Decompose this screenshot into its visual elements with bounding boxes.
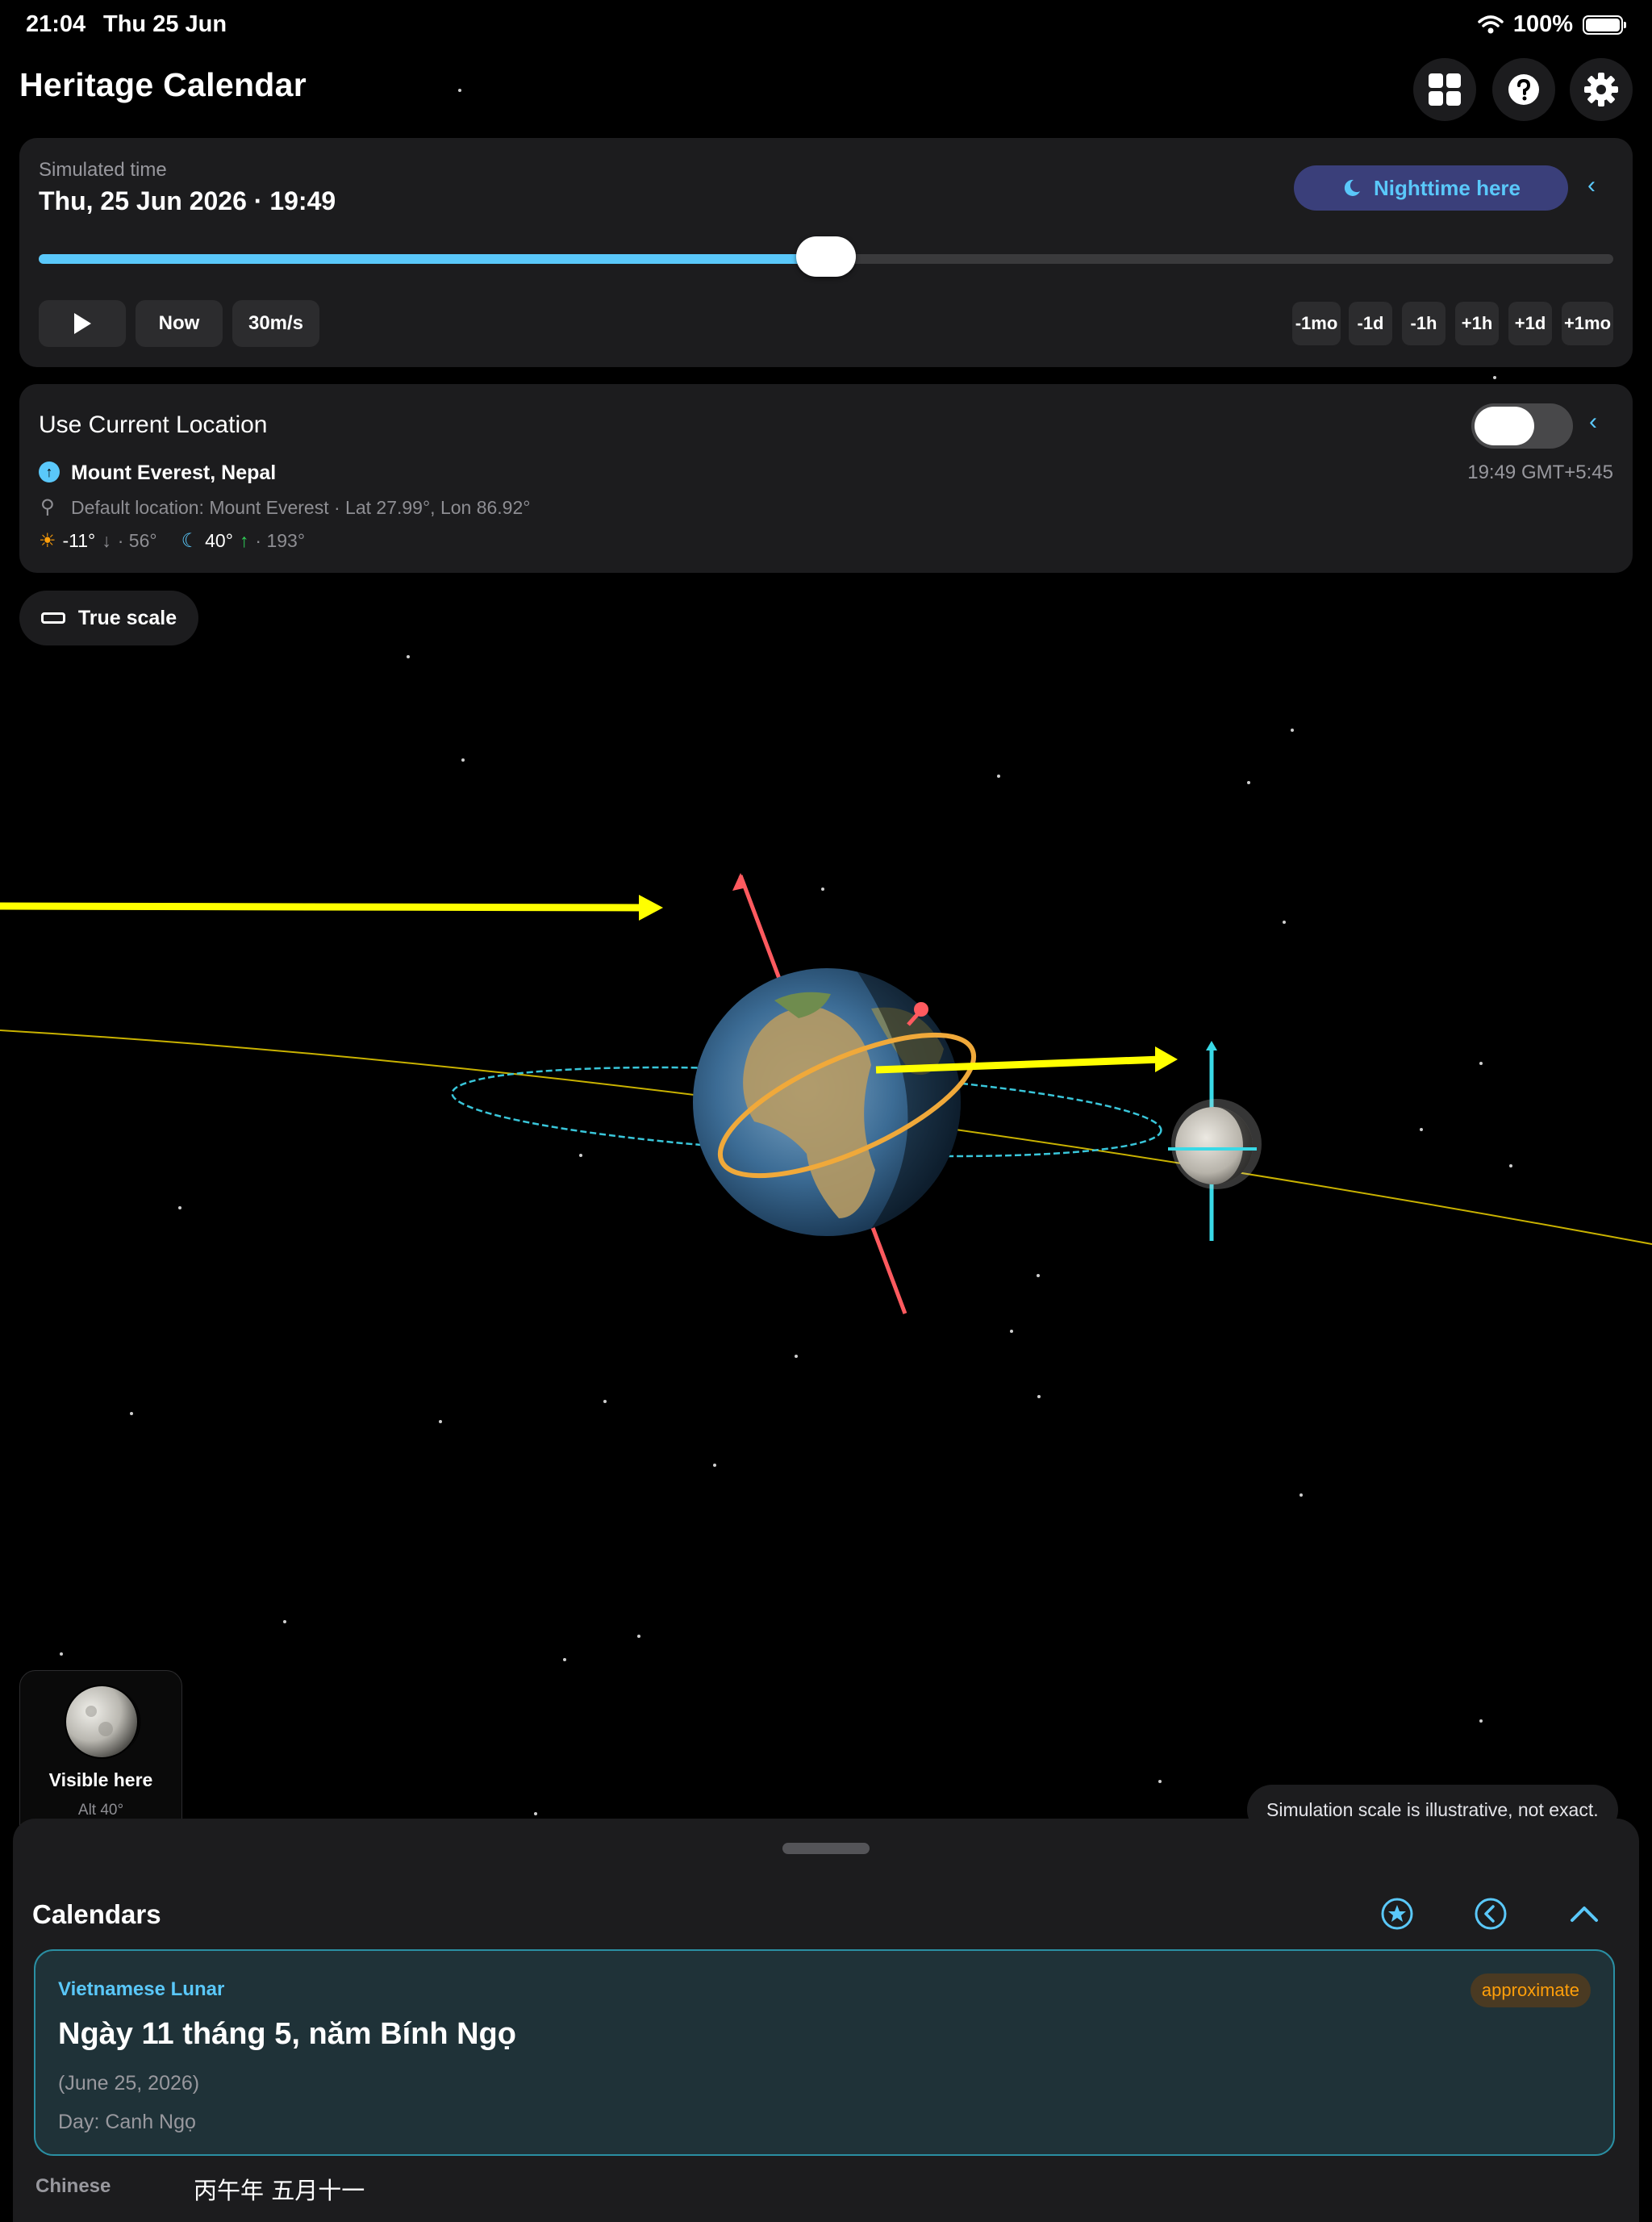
status-bar: 21:04 Thu 25 Jun 100%	[0, 0, 1652, 52]
step-minus-month-button[interactable]: -1mo	[1292, 302, 1341, 345]
play-icon	[74, 313, 91, 334]
battery-icon	[1583, 15, 1626, 35]
step-plus-month-button[interactable]: +1mo	[1562, 302, 1613, 345]
sun-direction-arrow	[0, 895, 663, 921]
step-minus-day-button[interactable]: -1d	[1349, 302, 1392, 345]
arrow-down-icon: ↓	[102, 530, 111, 551]
true-scale-label: True scale	[77, 606, 177, 629]
calendar-name: Vietnamese Lunar	[58, 1978, 225, 2000]
location-local-time: 19:49 GMT+5:45	[1467, 462, 1613, 483]
sun-azimuth: · 56°	[117, 530, 157, 551]
lunar-date: Ngày 11 tháng 5, năm Bính Ngọ	[58, 2017, 516, 2051]
simulated-datetime: Thu, 25 Jun 2026 · 19:49	[39, 186, 336, 215]
collapse-time-panel-chevron-icon[interactable]: ‹	[1587, 172, 1596, 199]
chevron-up-icon	[1571, 1907, 1598, 1922]
location-name: Mount Everest, Nepal	[71, 462, 277, 484]
moon-altitude-label: Alt 40°	[77, 1802, 124, 1819]
joystick-icon: ⚲	[40, 496, 55, 518]
collapse-location-panel-chevron-icon[interactable]: ‹	[1589, 408, 1597, 436]
now-button[interactable]: Now	[136, 300, 223, 347]
nighttime-label: Nighttime here	[1373, 175, 1521, 200]
time-slider[interactable]	[39, 236, 1613, 277]
simulated-time-label: Simulated time	[39, 159, 167, 181]
moon-altitude: 40°	[205, 530, 233, 551]
use-current-location-toggle[interactable]	[1471, 403, 1573, 449]
expand-sheet-button[interactable]	[1566, 1896, 1602, 1932]
gregorian-date: (June 25, 2026)	[58, 2072, 200, 2095]
status-time: 21:04	[26, 11, 86, 37]
location-pin-icon: ↑	[39, 462, 60, 482]
time-slider-fill	[39, 254, 826, 264]
chevron-left-circle-icon	[1475, 1898, 1507, 1930]
sheet-grabber[interactable]	[782, 1843, 870, 1854]
approximate-badge: approximate	[1470, 1973, 1591, 2007]
default-location-text: Default location: Mount Everest · Lat 27…	[71, 497, 531, 518]
ruler-icon	[40, 612, 65, 624]
help-icon	[1508, 74, 1539, 105]
sun-icon: ☀	[39, 530, 56, 552]
time-slider-thumb[interactable]	[796, 236, 856, 277]
speed-button[interactable]: 30m/s	[232, 300, 319, 347]
wifi-icon	[1478, 15, 1504, 33]
back-button[interactable]	[1473, 1896, 1508, 1932]
moon-phase-icon	[65, 1685, 141, 1759]
favorites-button[interactable]	[1379, 1896, 1415, 1932]
status-indicators: 100%	[1478, 11, 1626, 38]
vietnamese-lunar-card[interactable]: Vietnamese Lunar approximate Ngày 11 thá…	[34, 1949, 1615, 2156]
true-scale-button[interactable]: True scale	[19, 591, 198, 645]
gear-icon	[1584, 73, 1618, 107]
day-name: Day: Canh Ngọ	[58, 2111, 196, 2133]
moon-icon: ☾	[181, 530, 199, 552]
settings-button[interactable]	[1570, 58, 1633, 121]
arrow-up-icon: ↑	[239, 530, 249, 551]
moon-icon	[1344, 179, 1360, 196]
sun-altitude: -11°	[62, 530, 96, 551]
time-panel: Simulated time Thu, 25 Jun 2026 · 19:49 …	[19, 138, 1633, 367]
step-plus-hour-button[interactable]: +1h	[1455, 302, 1499, 345]
battery-percent: 100%	[1512, 11, 1573, 37]
status-date: Thu 25 Jun	[103, 11, 227, 37]
moon-globe[interactable]	[1168, 1041, 1262, 1241]
calendars-title: Calendars	[32, 1899, 161, 1929]
star-circle-icon	[1381, 1898, 1413, 1930]
use-current-location-label: Use Current Location	[39, 411, 268, 438]
moon-visible-label: Visible here	[48, 1769, 153, 1790]
app-title: Heritage Calendar	[19, 66, 307, 103]
chinese-calendar-label: Chinese	[35, 2175, 111, 2197]
calendars-sheet[interactable]: Calendars Vietnamese Lunar approximate N…	[13, 1819, 1639, 2222]
step-minus-hour-button[interactable]: -1h	[1402, 302, 1446, 345]
chinese-calendar-value: 丙午年 五月十一	[194, 2177, 365, 2204]
sun-moon-positions: ☀ -11° ↓ · 56° ☾ 40° ↑ · 193°	[39, 529, 305, 553]
play-button[interactable]	[39, 300, 126, 347]
moon-azimuth: · 193°	[255, 530, 306, 551]
grid-icon	[1429, 73, 1461, 106]
layout-button[interactable]	[1413, 58, 1476, 121]
location-panel: Use Current Location ‹ ↑ Mount Everest, …	[19, 384, 1633, 573]
help-button[interactable]	[1492, 58, 1555, 121]
step-plus-day-button[interactable]: +1d	[1508, 302, 1552, 345]
nighttime-button[interactable]: Nighttime here	[1294, 165, 1568, 211]
